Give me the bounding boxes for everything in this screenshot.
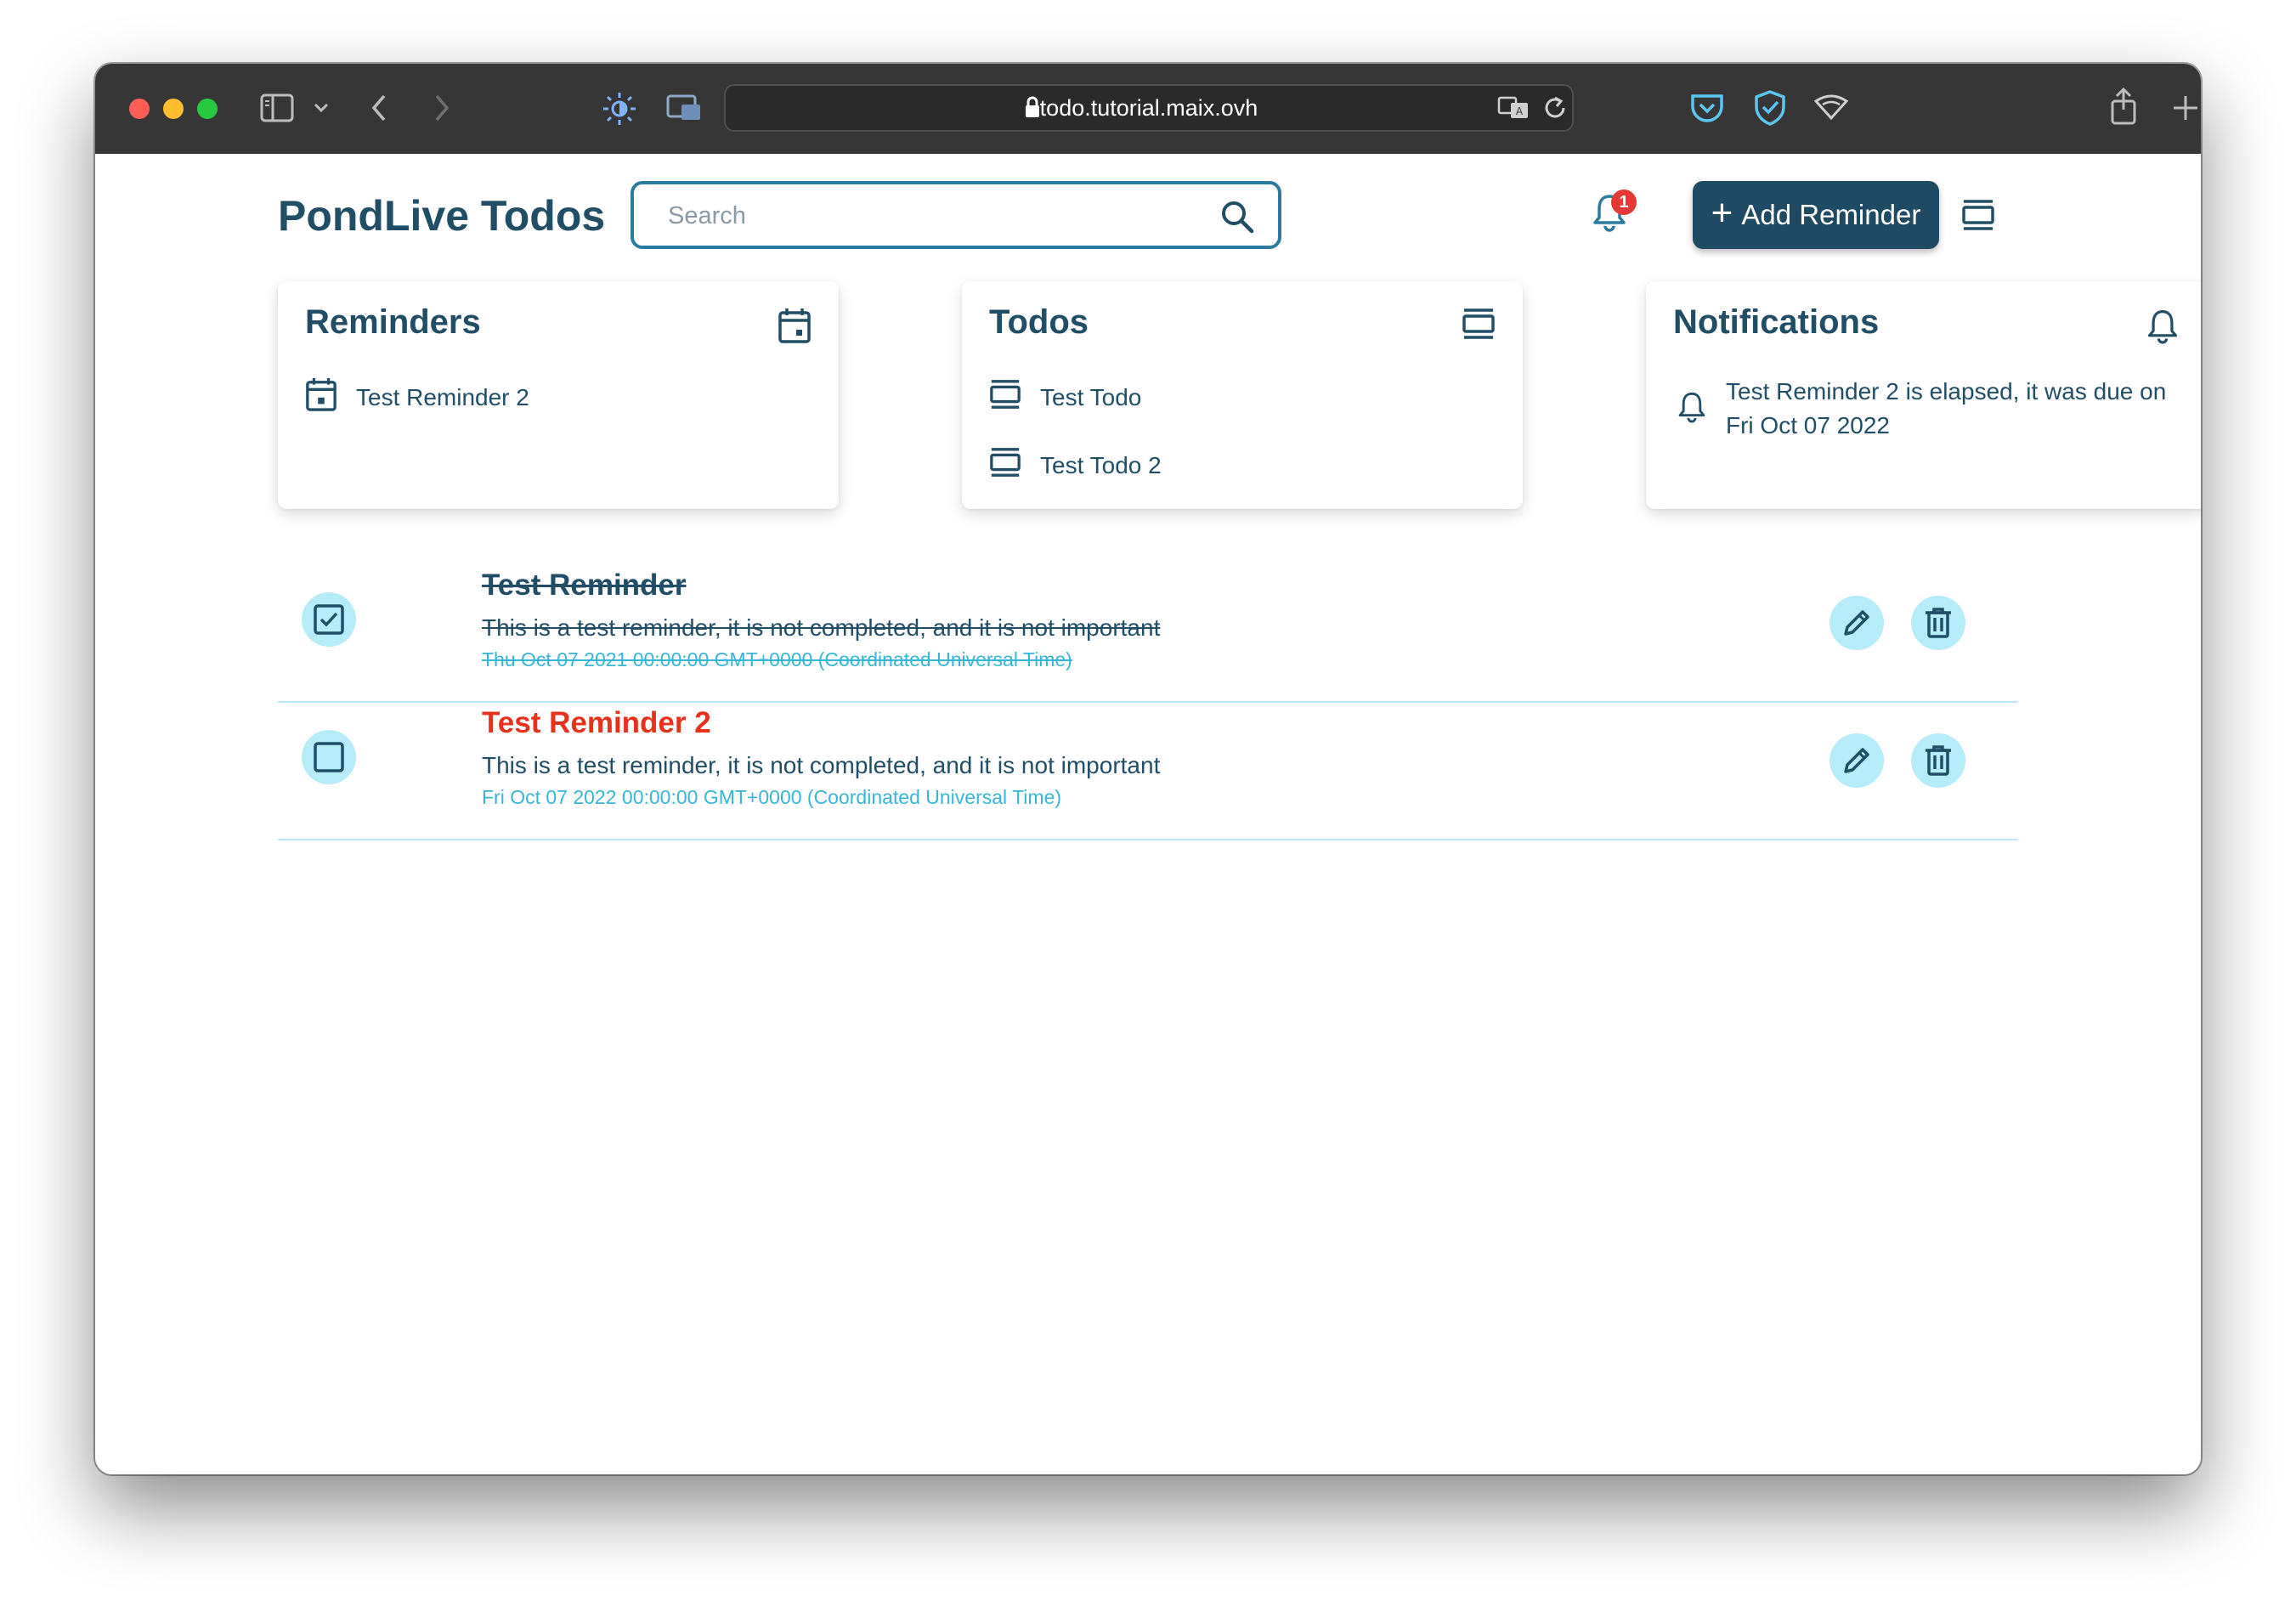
- edit-button[interactable]: [1829, 733, 1884, 788]
- todos-icon[interactable]: [1462, 307, 1496, 345]
- reminder-card-item-label: Test Reminder 2: [356, 383, 529, 410]
- zoom-window-button[interactable]: [197, 99, 218, 119]
- complete-toggle[interactable]: [302, 730, 356, 784]
- search-box[interactable]: [631, 181, 1281, 249]
- todos-view-icon[interactable]: [1961, 198, 1995, 236]
- search-icon[interactable]: [1220, 200, 1254, 238]
- todos-icon: [989, 378, 1021, 416]
- reload-icon[interactable]: [1543, 94, 1569, 122]
- notifications-card-title: Notifications: [1673, 303, 1880, 341]
- trash-icon: [1926, 608, 1951, 638]
- reminder-description: This is a test reminder, it is not compl…: [482, 614, 1161, 641]
- picture-in-picture-icon[interactable]: [666, 93, 704, 123]
- reminder-row: Test Reminder This is a test reminder, i…: [278, 563, 2018, 703]
- page-content: PondLive Todos 1 + Add Reminder Reminder…: [95, 154, 2201, 1474]
- calendar-icon[interactable]: [778, 307, 812, 348]
- reminder-title[interactable]: Test Reminder: [482, 569, 687, 602]
- notification-item[interactable]: Test Reminder 2 is elapsed, it was due o…: [1677, 375, 2185, 443]
- sidebar-icon[interactable]: [260, 93, 294, 123]
- app-brand[interactable]: PondLive Todos: [278, 191, 605, 240]
- chevron-down-icon[interactable]: [313, 101, 330, 115]
- bell-icon[interactable]: [2146, 307, 2180, 348]
- edit-button[interactable]: [1829, 596, 1884, 650]
- pencil-icon: [1844, 610, 1869, 636]
- reminders-card-title: Reminders: [305, 303, 481, 341]
- todo-card-item-label: Test Todo: [1040, 383, 1142, 410]
- delete-button[interactable]: [1911, 596, 1965, 650]
- back-icon[interactable]: [369, 93, 389, 123]
- browser-window: todo.tutorial.maix.ovh A PondLive Todos …: [95, 64, 2201, 1474]
- reminder-description: This is a test reminder, it is not compl…: [482, 752, 1161, 778]
- plus-icon: +: [1711, 192, 1733, 234]
- shield-icon[interactable]: [1752, 89, 1788, 127]
- reminder-date: Fri Oct 07 2022 00:00:00 GMT+0000 (Coord…: [482, 786, 1062, 808]
- notification-count-badge: 1: [1611, 190, 1637, 215]
- complete-toggle[interactable]: [302, 592, 356, 647]
- reminder-card-item[interactable]: Test Reminder 2: [305, 376, 529, 418]
- todo-card-item-label: Test Todo 2: [1040, 451, 1162, 478]
- todo-card-item[interactable]: Test Todo 2: [989, 446, 1162, 484]
- reminder-date: Thu Oct 07 2021 00:00:00 GMT+0000 (Coord…: [482, 648, 1072, 670]
- reminders-card: Reminders Test Reminder 2: [278, 281, 839, 509]
- unchecked-checkbox-icon: [314, 742, 344, 772]
- add-reminder-button[interactable]: + Add Reminder: [1693, 181, 1939, 249]
- reminder-row: Test Reminder 2 This is a test reminder,…: [278, 701, 2018, 840]
- forward-icon[interactable]: [432, 93, 452, 123]
- url-text: todo.tutorial.maix.ovh: [1039, 95, 1258, 121]
- browser-toolbar: todo.tutorial.maix.ovh A: [95, 64, 2201, 156]
- todos-card-title: Todos: [989, 303, 1089, 341]
- search-input[interactable]: [666, 184, 1179, 247]
- close-window-button[interactable]: [129, 99, 150, 119]
- notifications-card: Notifications Test Reminder 2 is elapsed…: [1646, 281, 2201, 509]
- address-bar[interactable]: todo.tutorial.maix.ovh: [724, 84, 1574, 132]
- todos-icon: [989, 446, 1021, 484]
- pocket-icon[interactable]: [1689, 91, 1725, 125]
- todo-card-item[interactable]: Test Todo: [989, 378, 1141, 416]
- bell-icon: [1677, 388, 1707, 430]
- translate-icon[interactable]: A: [1497, 94, 1531, 122]
- new-tab-icon[interactable]: [2172, 94, 2199, 122]
- trash-icon: [1926, 745, 1951, 776]
- pencil-icon: [1844, 748, 1869, 773]
- notification-text: Test Reminder 2 is elapsed, it was due o…: [1726, 378, 2167, 438]
- svg-text:A: A: [1516, 105, 1524, 117]
- todos-card: Todos Test Todo Test Todo 2: [962, 281, 1523, 509]
- share-icon[interactable]: [2109, 88, 2138, 125]
- wifi-extension-icon[interactable]: [1813, 94, 1849, 122]
- minimize-window-button[interactable]: [163, 99, 184, 119]
- delete-button[interactable]: [1911, 733, 1965, 788]
- calendar-icon: [305, 376, 337, 418]
- brightness-icon[interactable]: [602, 91, 637, 127]
- checked-checkbox-icon: [314, 604, 344, 635]
- reminder-title[interactable]: Test Reminder 2: [482, 706, 711, 740]
- lock-icon: [1025, 96, 1040, 118]
- add-reminder-label: Add Reminder: [1741, 199, 1921, 230]
